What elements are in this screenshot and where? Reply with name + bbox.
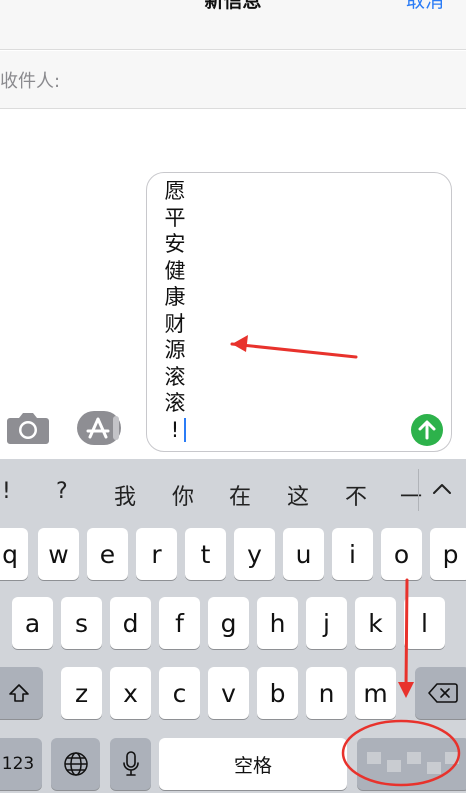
key-l[interactable]: l [404,597,445,649]
key-o[interactable]: o [381,528,422,580]
delete-key[interactable] [415,667,466,719]
key-p[interactable]: p [430,528,466,580]
cancel-button[interactable]: 取消 [406,0,444,13]
blur-tile [407,752,421,764]
key-g[interactable]: g [208,597,249,649]
text-cursor [184,418,186,442]
key-s[interactable]: s [61,597,102,649]
candidate-word[interactable]: 这 [287,479,309,511]
message-char: 平 [164,205,186,230]
key-t[interactable]: t [185,528,226,580]
arrow-up-icon [418,420,436,440]
message-char: 健 [164,258,186,283]
message-char: 财 [164,311,186,336]
message-char: 滚 [164,364,186,389]
space-key[interactable]: 空格 [159,738,347,790]
key-w[interactable]: w [38,528,79,580]
backspace-icon [427,683,458,703]
blur-tile [445,752,459,764]
recipient-field[interactable]: 收件人: [0,51,466,109]
message-input[interactable] [146,172,452,452]
key-q[interactable]: q [0,528,28,580]
key-b[interactable]: b [257,667,298,719]
key-k[interactable]: k [355,597,396,649]
key-n[interactable]: n [306,667,347,719]
key-i[interactable]: i [332,528,373,580]
key-e[interactable]: e [87,528,128,580]
message-text: 愿 平 安 健 康 财 源 滚 滚 ! [160,178,190,443]
candidate-word[interactable]: 不 [345,479,367,511]
key-a[interactable]: a [12,597,53,649]
recipient-label: 收件人: [0,71,61,92]
shift-icon [8,684,29,702]
message-char: 愿 [164,179,186,203]
candidate-divider [418,469,419,511]
message-char: 源 [164,338,186,362]
key-v[interactable]: v [208,667,249,719]
candidate-bar: ! ? 我 你 在 这 不 一 [0,459,466,521]
key-j[interactable]: j [306,597,347,649]
candidate-word[interactable]: 在 [229,479,251,511]
camera-icon[interactable] [6,408,50,446]
send-button[interactable] [411,414,443,446]
candidate-word[interactable]: 你 [172,479,194,511]
key-h[interactable]: h [257,597,298,649]
key-d[interactable]: d [110,597,151,649]
app-store-icon[interactable] [76,410,122,446]
shift-key[interactable] [0,667,43,719]
message-char: 安 [164,232,186,256]
microphone-icon [122,751,139,776]
keyboard: ! ? 我 你 在 这 不 一 q w e r t y u i o p a s … [0,459,466,793]
numbers-key[interactable]: 123 [0,738,42,790]
blur-tile [387,760,401,772]
page-title: 新信息 [204,0,262,12]
chevron-up-icon[interactable] [430,477,454,501]
key-u[interactable]: u [283,528,324,580]
globe-key[interactable] [51,738,100,790]
dictation-key[interactable] [110,738,151,790]
globe-icon [63,752,88,776]
key-f[interactable]: f [159,597,200,649]
key-r[interactable]: r [136,528,177,580]
blur-tile [367,752,381,764]
key-x[interactable]: x [110,667,151,719]
key-m[interactable]: m [355,667,396,719]
nav-bar: 新信息 取消 [0,0,466,50]
candidate-word[interactable]: ! [2,479,11,504]
return-key[interactable] [357,738,466,790]
message-char: 康 [164,285,186,309]
key-z[interactable]: z [61,667,102,719]
candidate-word[interactable]: 我 [114,479,136,511]
key-c[interactable]: c [159,667,200,719]
message-char: 滚 [164,391,186,415]
key-y[interactable]: y [234,528,275,580]
blur-tile [427,762,441,774]
candidate-word[interactable]: ? [56,479,68,504]
